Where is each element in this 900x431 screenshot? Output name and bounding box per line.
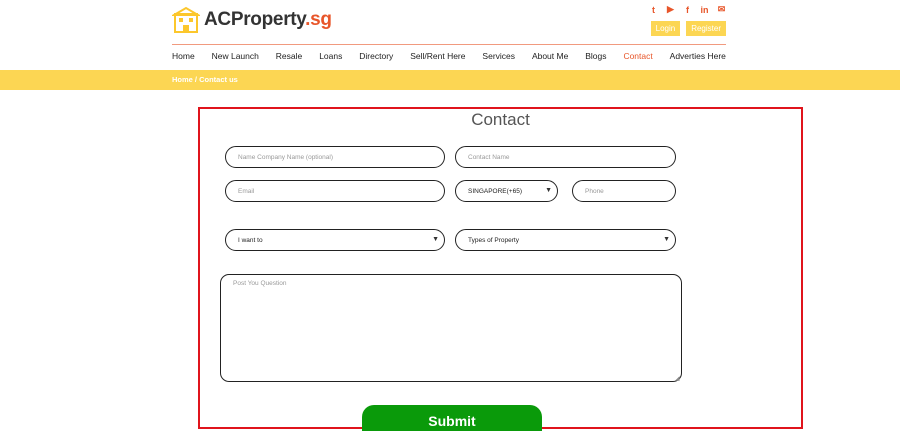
login-button[interactable]: Login	[650, 21, 681, 36]
country-code-value: SINGAPORE(+65)	[468, 187, 523, 195]
nav-new-launch[interactable]: New Launch	[212, 51, 259, 61]
nav-advertise[interactable]: Adverties Here	[670, 51, 726, 61]
header-divider	[172, 44, 726, 45]
name-input[interactable]: Name Company Name (optional)	[225, 146, 445, 168]
form-title: Contact	[471, 110, 530, 129]
contact-form: Contact Name Company Name (optional) Con…	[198, 107, 803, 431]
breadcrumb-band: Home / Contact us	[0, 70, 900, 90]
linkedin-icon[interactable]: in	[700, 5, 709, 15]
property-type-select[interactable]: Types of Property ▼	[455, 229, 676, 251]
nav-services[interactable]: Services	[482, 51, 515, 61]
nav-about[interactable]: About Me	[532, 51, 568, 61]
nav-sell-rent[interactable]: Sell/Rent Here	[410, 51, 465, 61]
want-to-value: I want to	[238, 236, 263, 244]
nav-directory[interactable]: Directory	[359, 51, 393, 61]
breadcrumb[interactable]: Home / Contact us	[172, 75, 238, 84]
email-input[interactable]: Email	[225, 180, 445, 202]
chevron-down-icon: ▼	[545, 187, 552, 194]
auth-buttons: Login Register	[650, 21, 726, 36]
logo-text: ACProperty.sg	[204, 9, 332, 30]
youtube-icon[interactable]: ▶	[666, 4, 675, 14]
facebook-icon[interactable]: f	[683, 5, 692, 15]
nav-resale[interactable]: Resale	[276, 51, 302, 61]
country-code-select[interactable]: SINGAPORE(+65) ▼	[455, 180, 558, 202]
submit-button[interactable]: Submit	[362, 405, 542, 431]
social-links: t ▶ f in ✉	[649, 4, 726, 15]
nav-contact[interactable]: Contact	[623, 51, 652, 61]
phone-input[interactable]: Phone	[572, 180, 676, 202]
chevron-down-icon: ▼	[432, 236, 439, 243]
register-button[interactable]: Register	[686, 21, 726, 36]
twitter-icon[interactable]: t	[649, 5, 658, 15]
want-to-select[interactable]: I want to ▼	[225, 229, 445, 251]
contact-name-input[interactable]: Contact Name	[455, 146, 676, 168]
resize-grip-icon[interactable]: ◢	[675, 375, 680, 382]
mail-icon[interactable]: ✉	[717, 4, 726, 14]
property-type-value: Types of Property	[468, 236, 519, 244]
building-icon	[172, 6, 200, 33]
chevron-down-icon: ▼	[663, 236, 670, 243]
question-textarea[interactable]: Post You Question	[220, 274, 682, 382]
nav-blogs[interactable]: Blogs	[585, 51, 606, 61]
site-logo[interactable]: ACProperty.sg	[172, 6, 332, 34]
nav-home[interactable]: Home	[172, 51, 195, 61]
nav-loans[interactable]: Loans	[319, 51, 342, 61]
main-nav: Home New Launch Resale Loans Directory S…	[172, 51, 726, 61]
